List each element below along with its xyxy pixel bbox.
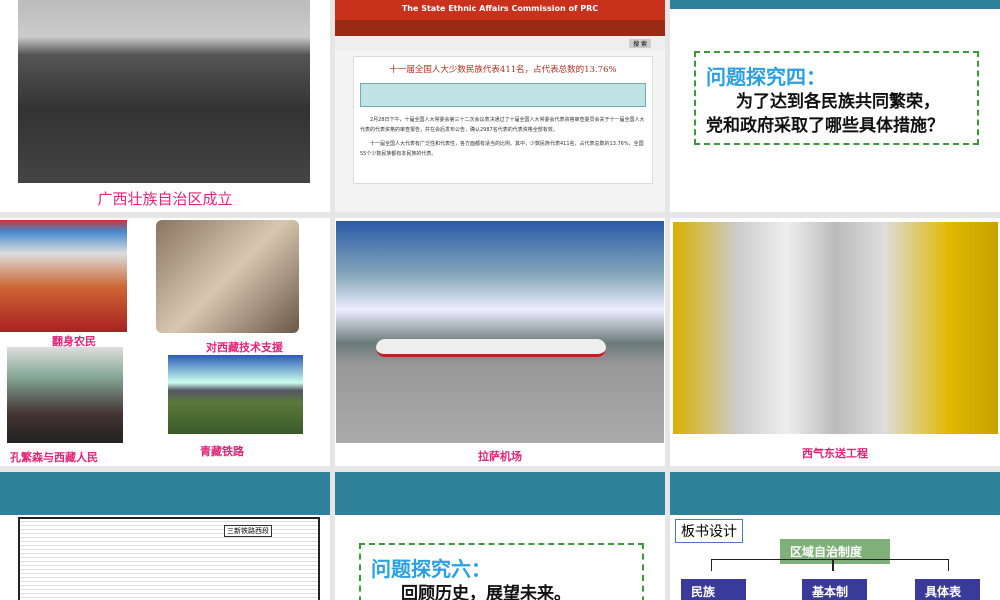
slide-header-bar xyxy=(670,0,1000,9)
kong-fansen-photo xyxy=(7,347,123,443)
question-box: 问题探究四： 为了达到各民族共同繁荣， 党和政府采取了哪些具体措施？ xyxy=(694,51,979,145)
slide-header-bar xyxy=(670,472,1000,515)
slide-thumbnail-7[interactable]: 三新铁路西段 xyxy=(0,472,330,600)
question-text: 回顾历史，展望未来。 xyxy=(401,584,571,600)
question-text: 党和政府采取了哪些具体措施？ xyxy=(706,116,944,136)
chart-node: 基本制度 xyxy=(802,579,867,600)
airport-photo xyxy=(336,221,664,443)
slide-header-bar xyxy=(335,472,665,515)
highlight-box xyxy=(360,83,646,107)
slide-thumbnail-5[interactable]: 拉萨机场 xyxy=(335,218,665,466)
airplane xyxy=(376,339,606,357)
question-text: 为了达到各民族共同繁荣， xyxy=(736,92,940,112)
question-title: 问题探究六： xyxy=(371,557,491,581)
dance-photo xyxy=(0,220,127,332)
slide-thumbnail-6[interactable]: 西气东送工程 xyxy=(670,218,1000,466)
railway-photo xyxy=(168,355,303,434)
crowd-photo xyxy=(18,0,310,183)
slide-caption: 西气东送工程 xyxy=(802,447,868,460)
question-title: 问题探究四： xyxy=(706,65,826,89)
connector-line xyxy=(832,559,834,571)
slide-thumbnail-4[interactable]: 翻身农民 对西藏技术支援 孔繁森与西藏人民 青藏铁路 xyxy=(0,218,330,466)
technical-support-photo xyxy=(156,220,299,333)
breadcrumb-bar xyxy=(335,36,665,50)
paragraph: 十一届全国人大代表有广泛性和代表性，各方面都有适当的比例。其中，少数民族代表41… xyxy=(360,141,644,157)
slide-caption: 广西壮族自治区成立 xyxy=(97,190,233,208)
slide-caption: 拉萨机场 xyxy=(478,450,522,463)
slide-thumbnail-8[interactable]: 问题探究六： 回顾历史，展望未来。 xyxy=(335,472,665,600)
gas-pipeline-photo xyxy=(673,222,998,434)
paragraph: 2月28日下午，十届全国人大常委会第三十二次会议表决通过了十届全国人大常委会代表… xyxy=(360,117,645,133)
connector-lines xyxy=(711,559,949,571)
slide-thumbnail-3[interactable]: 问题探究四： 为了达到各民族共同繁荣， 党和政府采取了哪些具体措施？ xyxy=(670,0,1000,212)
slide-caption: 孔繁森与西藏人民 xyxy=(10,451,98,464)
slide-thumbnail-2[interactable]: The State Ethnic Affairs Commission of P… xyxy=(335,0,665,212)
chart-node: 具体表现 xyxy=(915,579,980,600)
search-button[interactable]: 搜 索 xyxy=(629,39,651,48)
slide-caption: 对西藏技术支援 xyxy=(206,341,283,354)
railway-map: 三新铁路西段 xyxy=(18,517,320,600)
slide-header-bar xyxy=(0,472,330,515)
article: 十一届全国人大少数民族代表411名，占代表总数的13.76% 2月28日下午，十… xyxy=(353,56,653,184)
slide-caption: 青藏铁路 xyxy=(200,445,244,458)
chart-node: 民族 xyxy=(681,579,746,600)
question-box: 问题探究六： 回顾历史，展望未来。 xyxy=(359,543,644,600)
site-nav xyxy=(335,20,665,36)
map-label: 三新铁路西段 xyxy=(224,525,272,537)
slide-thumbnail-9[interactable]: 板书设计 区域自治制度 民族 基本制度 具体表现 xyxy=(670,472,1000,600)
site-title: The State Ethnic Affairs Commission of P… xyxy=(401,4,599,13)
site-header: The State Ethnic Affairs Commission of P… xyxy=(335,0,665,20)
slide-thumbnail-1[interactable]: 广西壮族自治区成立 xyxy=(0,0,330,212)
headline: 十一届全国人大少数民族代表411名，占代表总数的13.76% xyxy=(389,65,617,75)
board-label: 板书设计 xyxy=(675,519,743,543)
